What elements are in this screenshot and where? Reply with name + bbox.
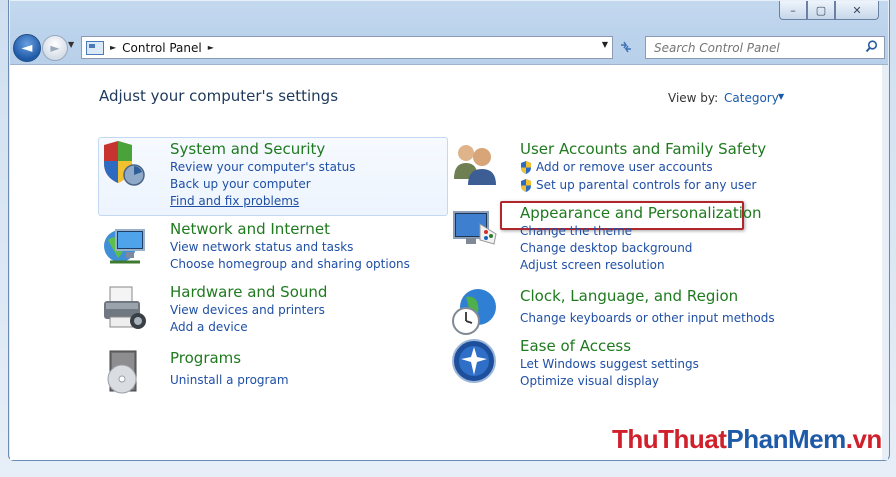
link-desktop-background[interactable]: Change desktop background <box>520 241 692 255</box>
breadcrumb-separator-icon[interactable]: ► <box>110 43 116 52</box>
link-devices-printers[interactable]: View devices and printers <box>170 303 325 317</box>
link-review-status[interactable]: Review your computer's status <box>170 160 356 174</box>
address-dropdown-icon[interactable]: ▼ <box>602 40 608 49</box>
back-button[interactable]: ◄ <box>13 34 41 62</box>
monitor-palette-icon <box>453 211 497 245</box>
watermark-part-1: ThuThuat <box>612 424 727 454</box>
category-title[interactable]: Hardware and Sound <box>170 283 327 301</box>
link-keyboards[interactable]: Change keyboards or other input methods <box>520 311 775 325</box>
link-find-fix[interactable]: Find and fix problems <box>170 194 299 208</box>
network-globe-icon <box>104 229 145 264</box>
link-uninstall[interactable]: Uninstall a program <box>170 373 289 387</box>
watermark: ThuThuatPhanMem.vn <box>612 424 882 455</box>
uac-shield-icon <box>521 179 531 192</box>
link-suggest-settings[interactable]: Let Windows suggest settings <box>520 357 699 371</box>
forward-button[interactable]: ► <box>42 35 68 61</box>
category-title[interactable]: Network and Internet <box>170 220 330 238</box>
watermark-part-3: .vn <box>845 424 883 454</box>
address-bar[interactable]: ► Control Panel ► ▼ <box>81 36 613 59</box>
close-button[interactable]: ✕ <box>835 1 879 20</box>
programs-cd-icon <box>107 350 137 394</box>
category-title[interactable]: System and Security <box>170 140 325 158</box>
forward-arrow-icon: ► <box>50 41 60 55</box>
content-panel: Adjust your computer's settings View by:… <box>10 64 888 460</box>
back-arrow-icon: ◄ <box>21 40 33 56</box>
search-box[interactable] <box>645 36 885 59</box>
scroll-track[interactable] <box>882 65 888 460</box>
link-parental-controls[interactable]: Set up parental controls for any user <box>536 178 756 192</box>
link-add-remove-users[interactable]: Add or remove user accounts <box>536 160 713 174</box>
breadcrumb-control-panel[interactable]: Control Panel <box>122 41 202 55</box>
link-back-up[interactable]: Back up your computer <box>170 177 311 191</box>
minimize-button[interactable]: – <box>779 1 807 20</box>
search-icon[interactable] <box>865 40 878 53</box>
maximize-button[interactable]: ▢ <box>807 1 835 20</box>
category-title[interactable]: User Accounts and Family Safety <box>520 140 766 158</box>
page-title: Adjust your computer's settings <box>99 87 339 105</box>
shield-icon <box>104 141 145 186</box>
users-icon <box>454 145 496 185</box>
search-input[interactable] <box>652 39 866 56</box>
caption-buttons: – ▢ ✕ <box>779 1 879 20</box>
printer-icon <box>104 286 146 329</box>
ease-of-access-icon <box>452 339 496 383</box>
category-title[interactable]: Programs <box>170 349 241 367</box>
view-by-dropdown[interactable]: Category <box>724 91 779 105</box>
link-screen-resolution[interactable]: Adjust screen resolution <box>520 258 665 272</box>
chevron-down-icon[interactable]: ▼ <box>778 92 784 101</box>
watermark-part-2: PhanMem <box>726 424 846 454</box>
refresh-button[interactable] <box>615 36 637 57</box>
control-panel-icon <box>86 40 104 55</box>
refresh-icon <box>621 41 631 52</box>
category-title[interactable]: Appearance and Personalization <box>520 204 762 222</box>
uac-shield-icon <box>521 161 531 174</box>
link-add-device[interactable]: Add a device <box>170 320 248 334</box>
recent-pages-dropdown-icon[interactable]: ▼ <box>68 40 78 52</box>
link-visual-display[interactable]: Optimize visual display <box>520 374 659 388</box>
view-by-label: View by: <box>668 91 719 105</box>
globe-clock-icon <box>452 289 496 335</box>
link-change-theme[interactable]: Change the theme <box>520 224 632 238</box>
category-title[interactable]: Ease of Access <box>520 337 631 355</box>
link-network-status[interactable]: View network status and tasks <box>170 240 353 254</box>
link-homegroup[interactable]: Choose homegroup and sharing options <box>170 257 410 271</box>
breadcrumb-separator-icon[interactable]: ► <box>208 43 214 52</box>
control-panel-window: – ▢ ✕ ◄ ► ▼ ► Control Panel ► ▼ Adjust y… <box>8 0 890 461</box>
category-title[interactable]: Clock, Language, and Region <box>520 287 738 305</box>
